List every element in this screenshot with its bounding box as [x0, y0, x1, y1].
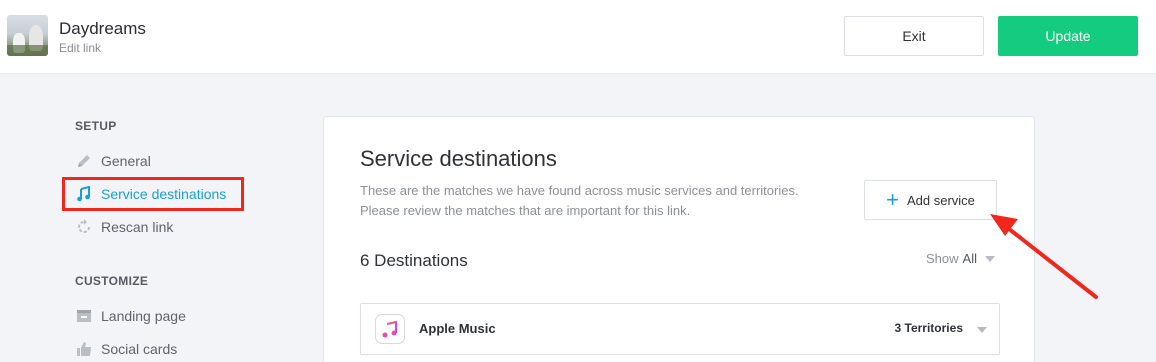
sidebar-item-label: Rescan link [101, 219, 174, 235]
customize-heading: CUSTOMIZE [75, 274, 149, 288]
pencil-icon [75, 152, 93, 170]
destinations-count: 6 Destinations [360, 251, 468, 270]
show-label: Show [926, 251, 959, 266]
exit-button[interactable]: Exit [844, 16, 984, 56]
destination-territories: 3 Territories [894, 321, 963, 335]
section-description: These are the matches we have found acro… [360, 183, 799, 218]
sidebar-item-label: General [101, 153, 151, 169]
add-service-label: Add service [906, 192, 975, 208]
thumbs-up-icon [75, 340, 93, 358]
page-subtitle: Edit link [59, 41, 102, 55]
update-button[interactable]: Update [998, 16, 1138, 56]
refresh-icon [75, 218, 93, 236]
sidebar-item-rescan-link[interactable]: Rescan link [75, 216, 173, 238]
destination-row-apple-music[interactable]: Apple Music 3 Territories [360, 303, 1000, 355]
destination-name: Apple Music [419, 321, 496, 336]
page-title: Daydreams [59, 19, 146, 38]
plus-icon: + [886, 187, 899, 212]
release-artwork-thumbnail [7, 15, 48, 56]
top-bar: Daydreams Edit link Exit Update [0, 0, 1156, 74]
sidebar-item-social-cards[interactable]: Social cards [75, 338, 177, 360]
show-filter-dropdown[interactable]: Show All [926, 251, 995, 266]
chevron-down-icon [984, 255, 995, 262]
service-destinations-card: Service destinations These are the match… [323, 116, 1035, 362]
annotation-highlight-box [62, 177, 244, 211]
sidebar-item-landing-page[interactable]: Landing page [75, 305, 186, 327]
chevron-down-icon [977, 327, 987, 333]
apple-music-icon [375, 314, 405, 344]
section-title: Service destinations [360, 146, 557, 171]
landing-page-icon [75, 307, 93, 325]
add-service-button[interactable]: + Add service [864, 180, 997, 220]
sidebar-item-general[interactable]: General [75, 150, 151, 172]
sidebar-item-label: Landing page [101, 308, 186, 324]
show-value: All [962, 251, 977, 266]
sidebar-item-label: Social cards [101, 341, 178, 357]
setup-heading: SETUP [75, 119, 117, 133]
